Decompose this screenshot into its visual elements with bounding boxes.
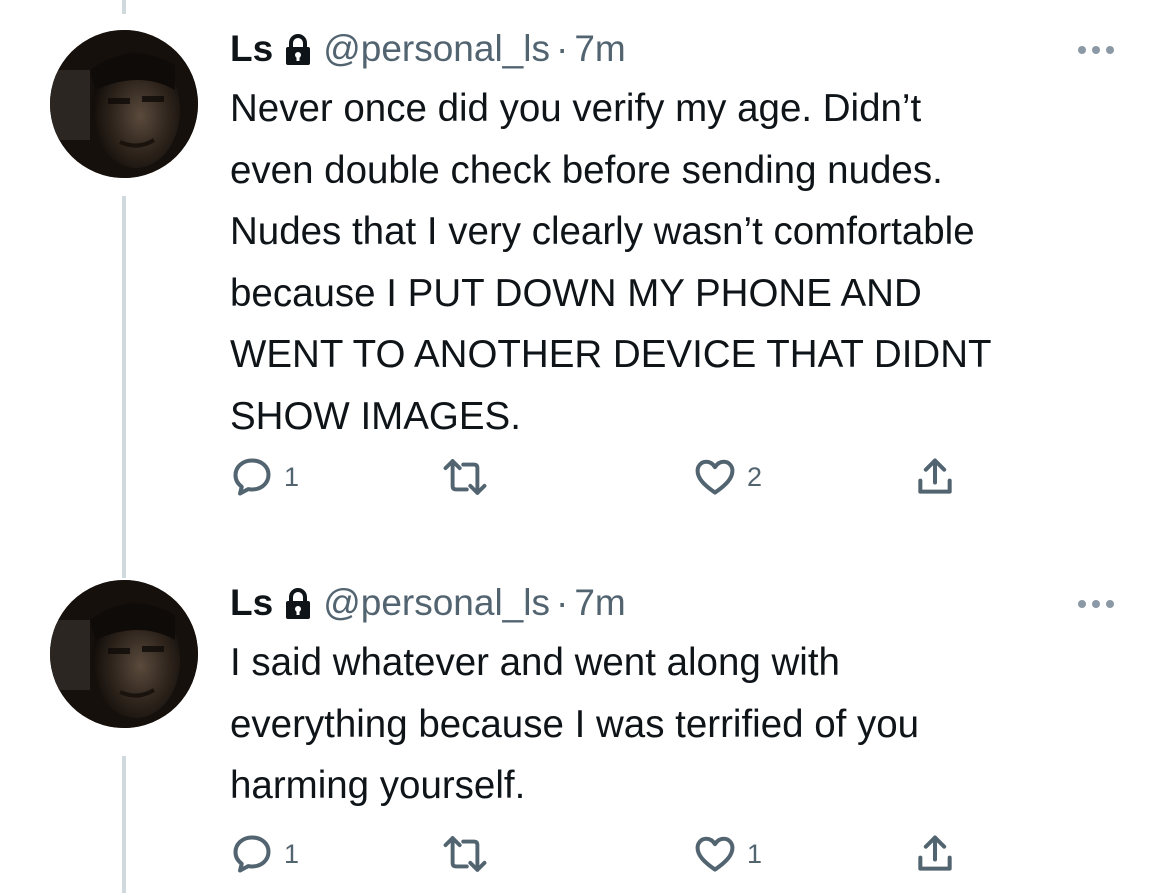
more-icon[interactable] xyxy=(1074,596,1118,612)
retweet-icon xyxy=(443,459,487,495)
lock-icon xyxy=(285,33,311,65)
share-icon xyxy=(918,835,952,871)
separator-dot: · xyxy=(555,28,569,69)
like-count: 2 xyxy=(747,461,763,492)
tweet-header: Ls @personal_ls · 7m xyxy=(230,580,1130,626)
retweet-button[interactable] xyxy=(442,829,498,879)
timestamp[interactable]: 7m xyxy=(574,28,625,70)
retweet-button[interactable] xyxy=(442,452,498,502)
user-handle[interactable]: @personal_ls xyxy=(323,582,550,624)
tweet-actions: 1 1 xyxy=(230,829,990,879)
tweet-actions: 1 2 xyxy=(230,452,990,502)
heart-icon xyxy=(695,836,735,872)
share-button[interactable] xyxy=(913,452,957,502)
separator-dot: · xyxy=(555,582,569,623)
timestamp[interactable]: 7m xyxy=(574,582,625,624)
user-handle[interactable]: @personal_ls xyxy=(323,28,550,70)
reply-icon xyxy=(233,835,271,873)
display-name[interactable]: Ls xyxy=(230,28,273,70)
heart-icon xyxy=(695,459,735,495)
reply-count: 1 xyxy=(284,838,300,869)
lock-icon xyxy=(285,587,311,619)
reply-icon xyxy=(233,458,271,496)
display-name[interactable]: Ls xyxy=(230,582,273,624)
tweet-content: Ls @personal_ls · 7m Never once did you … xyxy=(230,26,1130,447)
reply-button[interactable]: 1 xyxy=(230,829,299,879)
avatar[interactable] xyxy=(50,30,198,178)
tweet-header: Ls @personal_ls · 7m xyxy=(230,26,1130,72)
like-button[interactable]: 1 xyxy=(693,829,762,879)
tweet[interactable]: Ls @personal_ls · 7m I said whatever and… xyxy=(0,580,1170,893)
tweet-text: Never once did you verify my age. Didn’t… xyxy=(230,87,992,438)
more-icon[interactable] xyxy=(1074,42,1118,58)
reply-button[interactable]: 1 xyxy=(230,452,299,502)
avatar[interactable] xyxy=(50,580,198,728)
tweet-text: I said whatever and went along with ever… xyxy=(230,641,920,807)
reply-count: 1 xyxy=(284,461,300,492)
like-button[interactable]: 2 xyxy=(693,452,762,502)
retweet-icon xyxy=(443,836,487,872)
share-icon xyxy=(918,458,952,494)
like-count: 1 xyxy=(747,838,763,869)
tweet[interactable]: Ls @personal_ls · 7m Never once did you … xyxy=(0,0,1170,580)
share-button[interactable] xyxy=(913,829,957,879)
tweet-content: Ls @personal_ls · 7m I said whatever and… xyxy=(230,580,1130,817)
